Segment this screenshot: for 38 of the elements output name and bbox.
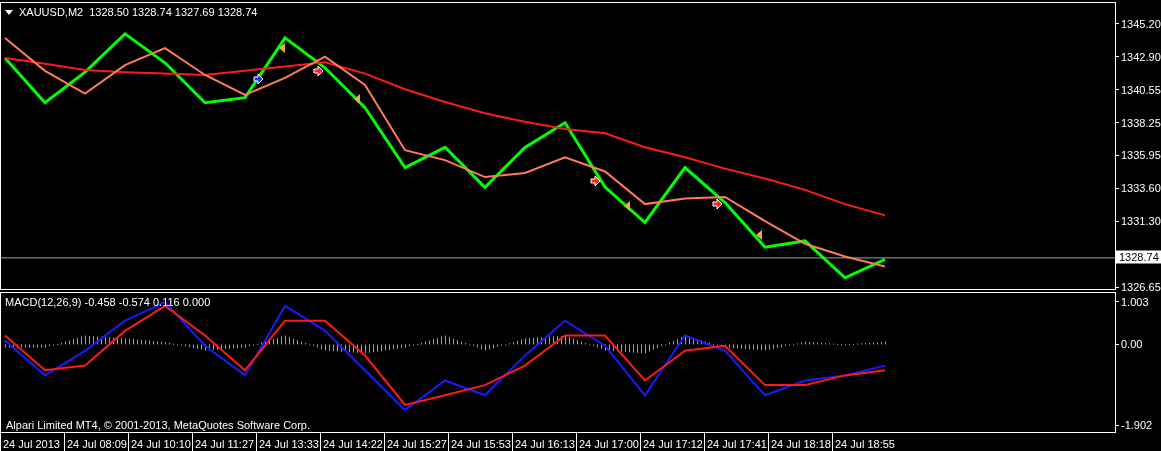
time-label: 24 Jul 17:41 — [704, 433, 768, 451]
time-label: 24 Jul 16:13 — [512, 433, 576, 451]
time-label: 24 Jul 10:10 — [128, 433, 192, 451]
price-values: 1328.50 1328.74 1327.69 1328.74 — [89, 6, 258, 18]
axis-label: 1326.65 — [1121, 281, 1161, 293]
time-label: 24 Jul 18:18 — [768, 433, 832, 451]
arrow-icon — [313, 65, 324, 77]
axis-label: 1335.95 — [1121, 149, 1161, 162]
arrow-icon — [590, 175, 601, 187]
time-label: 24 Jul 08:09 — [64, 433, 128, 451]
arrow-icon — [253, 73, 264, 85]
time-label: 24 Jul 17:12 — [640, 433, 704, 451]
time-label: 24 Jul 11:27 — [192, 433, 256, 451]
time-label: 24 Jul 18:55 — [832, 433, 896, 451]
dropdown-icon[interactable] — [5, 9, 13, 15]
symbol-label: XAUUSD,M2 — [19, 6, 84, 18]
time-label: 24 Jul 15:27 — [384, 433, 448, 451]
axis-label: 1333.60 — [1121, 182, 1161, 195]
triangle-icon — [354, 94, 360, 104]
axis-label: 1331.30 — [1121, 215, 1161, 228]
time-label: 24 Jul 13:33 — [256, 433, 320, 451]
copyright-text: Alpari Limited MT4, © 2001-2013, MetaQuotes Software Corp. — [6, 419, 311, 431]
triangle-icon — [279, 43, 285, 53]
axis-label: 1338.25 — [1121, 116, 1161, 129]
axis-label: 0.00 — [1121, 338, 1143, 351]
axis-label: 1342.90 — [1121, 50, 1161, 63]
axis-label: -1.902 — [1121, 419, 1153, 432]
axis-label: 1340.55 — [1121, 83, 1161, 96]
axis-label: 1345.20 — [1121, 18, 1161, 30]
axis-label: 1.003 — [1121, 295, 1149, 308]
time-label: 24 Jul 17:00 — [576, 433, 640, 451]
triangle-icon — [624, 201, 630, 211]
time-label: 24 Jul 14:22 — [320, 433, 384, 451]
indicator-label: MACD(12,26,9) -0.458 -0.574 0.116 0.000 — [5, 296, 211, 308]
current-price-label: 1328.74 — [1116, 250, 1161, 264]
triangle-icon — [756, 230, 762, 240]
time-label: 24 Jul 15:53 — [448, 433, 512, 451]
arrow-icon — [712, 198, 723, 210]
